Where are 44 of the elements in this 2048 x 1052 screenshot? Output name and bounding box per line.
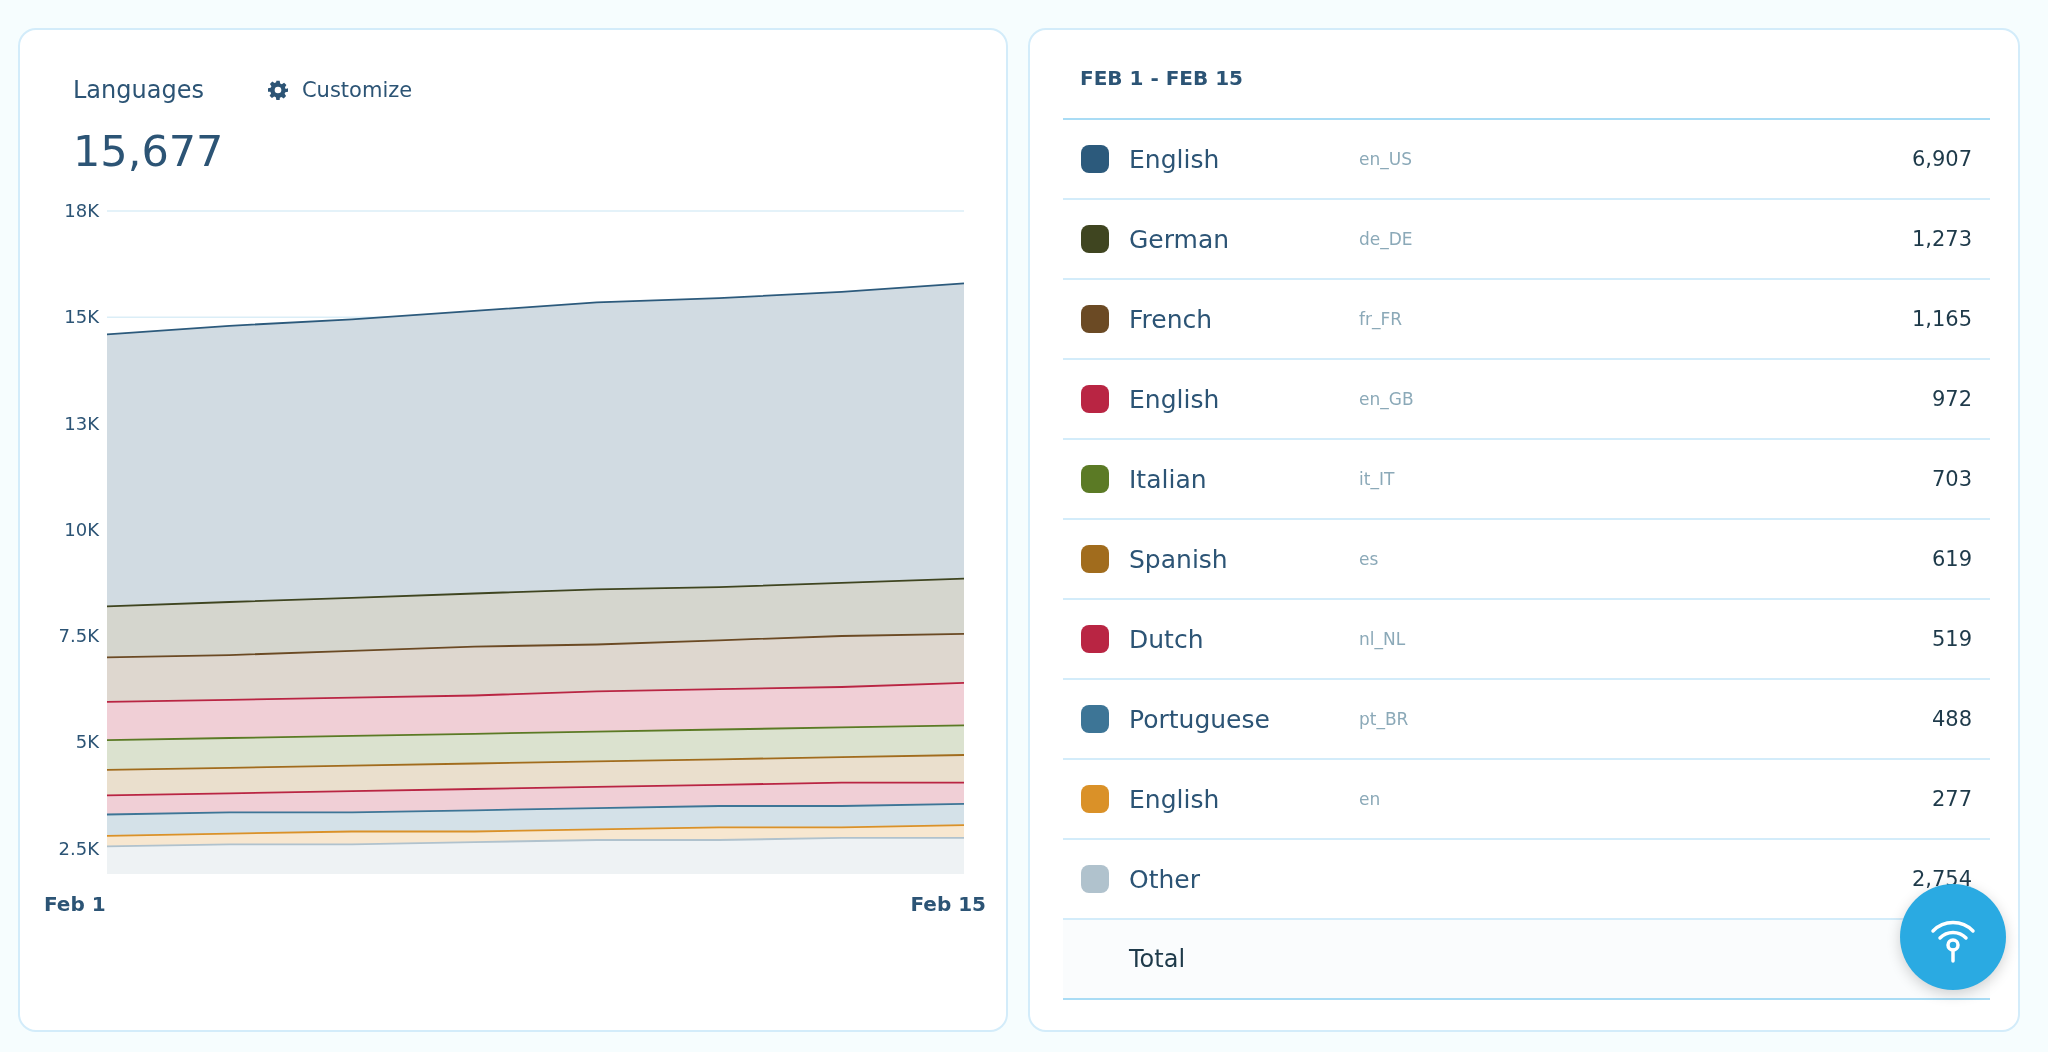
count-value: 2,754 [1911, 867, 1972, 891]
locale-code: en_GB [1359, 389, 1414, 409]
count-value: 488 [1931, 707, 1972, 731]
locale-code: es [1359, 549, 1379, 569]
count-value: 619 [1931, 547, 1972, 571]
y-axis-label: 10K [64, 518, 99, 540]
language-name: Portuguese [1129, 704, 1271, 734]
total-count: 15,677 [72, 126, 225, 176]
count-value: 1,273 [1911, 227, 1972, 251]
locale-code: nl_NL [1359, 629, 1406, 649]
language-name: English [1129, 384, 1221, 414]
y-axis-label: 2.5K [58, 837, 99, 859]
language-name: German [1129, 224, 1231, 254]
count-value: 6,907 [1911, 147, 1972, 171]
count-value: 1,165 [1911, 307, 1972, 331]
language-name: Italian [1129, 464, 1208, 494]
locale-code: en [1359, 789, 1381, 809]
y-axis-label: 13K [64, 412, 99, 434]
y-axis-label: 5K [75, 731, 99, 753]
y-axis-label: 7.5K [58, 625, 99, 646]
count-value: 277 [1931, 787, 1972, 811]
period-label: FEB 1 - FEB 15 [1079, 66, 1245, 92]
count-value: 703 [1931, 467, 1972, 491]
locale-code: en_US [1359, 149, 1412, 169]
card-title: Languages [73, 76, 204, 104]
language-name: Spanish [1129, 544, 1229, 574]
y-axis-label: 15K [64, 306, 99, 328]
x-axis-label: Feb 1 [44, 892, 106, 916]
language-name: English [1129, 784, 1221, 814]
customize-button[interactable]: Customize [267, 78, 413, 102]
settings-icon [267, 80, 288, 100]
locale-code: it_IT [1359, 469, 1395, 489]
locale-code: de_DE [1359, 229, 1413, 249]
language-name: Dutch [1129, 624, 1205, 654]
locale-code: pt_BR [1359, 709, 1409, 729]
total-label: Total [1129, 945, 1186, 973]
locale-code: fr_FR [1359, 309, 1403, 329]
y-axis-label: 18K [64, 200, 99, 221]
language-name: English [1129, 144, 1221, 174]
language-name: French [1129, 304, 1214, 334]
count-value: 972 [1931, 387, 1972, 411]
x-axis-label: Feb 15 [910, 892, 986, 916]
language-name: Other [1129, 864, 1201, 894]
count-value: 519 [1931, 627, 1972, 651]
